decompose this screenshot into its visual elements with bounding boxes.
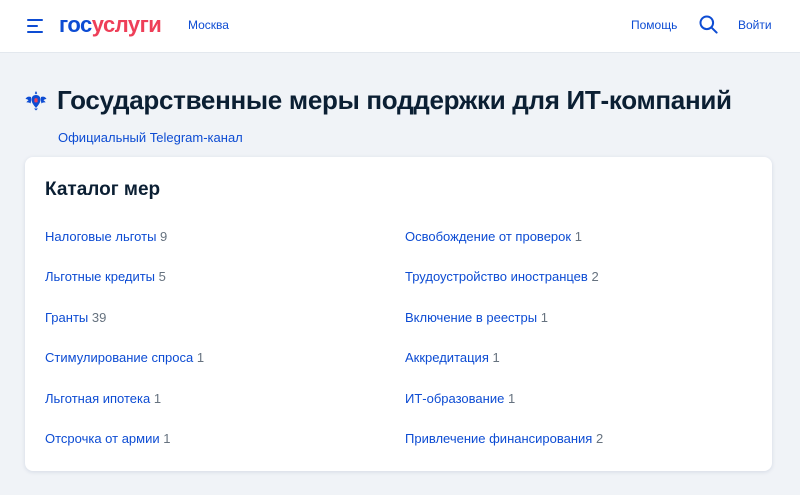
measure-label: Освобождение от проверок	[405, 229, 572, 244]
help-link[interactable]: Помощь	[631, 17, 677, 33]
measure-count: 2	[591, 269, 599, 285]
measure-label: Включение в реестры	[405, 309, 538, 325]
measure-it-education[interactable]: ИТ-образование 1	[405, 390, 603, 430]
measure-registry-inclusion[interactable]: Включение в реестры 1	[405, 309, 603, 349]
measure-inspection-exemption[interactable]: Освобождение от проверок 1	[405, 228, 603, 268]
measure-count: 5	[158, 269, 166, 285]
measure-label: Привлечение финансирования	[405, 430, 593, 446]
page-title: Государственные меры поддержки для ИТ-ко…	[57, 85, 732, 115]
measure-label: Гранты	[45, 309, 89, 325]
measure-label: Аккредитация	[405, 350, 489, 366]
measure-label: Льготная ипотека	[45, 390, 151, 406]
measure-preferential-loans[interactable]: Льготные кредиты 5	[45, 268, 204, 308]
measure-grants[interactable]: Гранты 39	[45, 309, 204, 349]
measure-count: 1	[153, 390, 162, 406]
city-selector[interactable]: Москва	[188, 17, 229, 33]
measure-count: 1	[574, 229, 582, 244]
measure-label: Трудоустройство иностранцев	[405, 269, 588, 285]
catalog-title: Каталог мер	[45, 179, 161, 200]
measure-demand-stimulation[interactable]: Стимулирование спроса 1	[45, 349, 204, 389]
measure-tax-benefits[interactable]: Налоговые льготы 9	[45, 228, 204, 268]
gosuslugi-logo[interactable]: госуслуги	[59, 11, 162, 39]
coat-of-arms-icon	[25, 91, 47, 111]
measure-label: Отсрочка от армии	[45, 430, 160, 446]
logo-part-uslugi: услуги	[91, 12, 162, 37]
burger-menu-icon[interactable]	[27, 18, 45, 34]
logo-part-gos: гос	[59, 12, 92, 37]
measure-label: ИТ-образование	[405, 390, 505, 406]
top-header: госуслуги Москва Помощь Войти	[0, 0, 800, 53]
catalog-column-right: Освобождение от проверок 1 Трудоустройст…	[405, 228, 603, 470]
measure-count: 1	[492, 350, 500, 366]
catalog-card: Каталог мер Налоговые льготы 9 Льготные …	[25, 157, 772, 471]
measure-count: 2	[595, 430, 604, 446]
measure-count: 1	[196, 350, 205, 366]
telegram-channel-link[interactable]: Официальный Telegram-канал	[58, 129, 243, 146]
measure-label: Льготные кредиты	[45, 269, 156, 285]
measure-accreditation[interactable]: Аккредитация 1	[405, 349, 603, 389]
measure-count: 39	[91, 309, 107, 325]
measure-label: Стимулирование спроса	[45, 350, 194, 366]
login-link[interactable]: Войти	[738, 17, 772, 33]
measure-preferential-mortgage[interactable]: Льготная ипотека 1	[45, 390, 204, 430]
search-icon[interactable]	[699, 15, 718, 34]
measure-label: Налоговые льготы	[45, 229, 157, 244]
catalog-column-left: Налоговые льготы 9 Льготные кредиты 5 Гр…	[45, 228, 204, 470]
measure-army-deferment[interactable]: Отсрочка от армии 1	[45, 430, 204, 470]
measure-count: 1	[163, 430, 171, 446]
measure-count: 9	[160, 229, 168, 244]
measure-financing-attraction[interactable]: Привлечение финансирования 2	[405, 430, 603, 470]
measure-count: 1	[540, 309, 548, 325]
measure-count: 1	[507, 390, 516, 406]
measure-foreign-employment[interactable]: Трудоустройство иностранцев 2	[405, 268, 603, 308]
